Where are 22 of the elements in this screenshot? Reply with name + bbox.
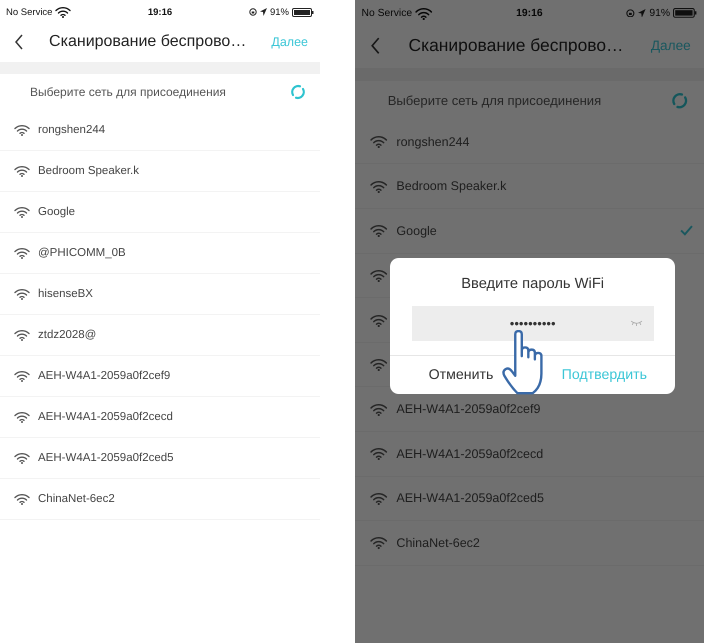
network-row[interactable]: Bedroom Speaker.k: [0, 151, 320, 192]
dialog-title: Введите пароль WiFi: [460, 274, 606, 294]
network-row[interactable]: @PHICOMM_0B: [0, 233, 320, 274]
network-row[interactable]: AEH-W4A1-2059a0f2ced5: [0, 438, 320, 479]
network-row[interactable]: rongshen244: [0, 110, 320, 151]
clock-time: 19:16: [148, 6, 172, 18]
password-field[interactable]: ••••••••••: [412, 306, 654, 341]
network-row[interactable]: Google: [0, 192, 320, 233]
carrier-label: No Service: [6, 6, 52, 18]
carrier-label: No Service: [362, 8, 412, 19]
battery-percent: 91%: [270, 6, 289, 18]
battery-percent: 91%: [649, 8, 670, 19]
network-row[interactable]: ztdz2028@: [0, 315, 320, 356]
network-row[interactable]: AEH-W4A1-2059a0f2cef9: [0, 356, 320, 397]
section-label: Выберите сеть для присоединения: [30, 85, 226, 99]
screen-title: Сканирование беспрово…: [48, 33, 248, 51]
screen-title: Сканирование беспрово…: [407, 35, 624, 56]
network-row[interactable]: AEH-W4A1-2059a0f2cecd: [0, 397, 320, 438]
clock-time: 19:16: [516, 8, 543, 19]
network-row[interactable]: ChinaNet-6ec2: [0, 479, 320, 520]
network-row[interactable]: hisenseBX: [0, 274, 320, 315]
section-label: Выберите сеть для присоединения: [388, 92, 602, 108]
